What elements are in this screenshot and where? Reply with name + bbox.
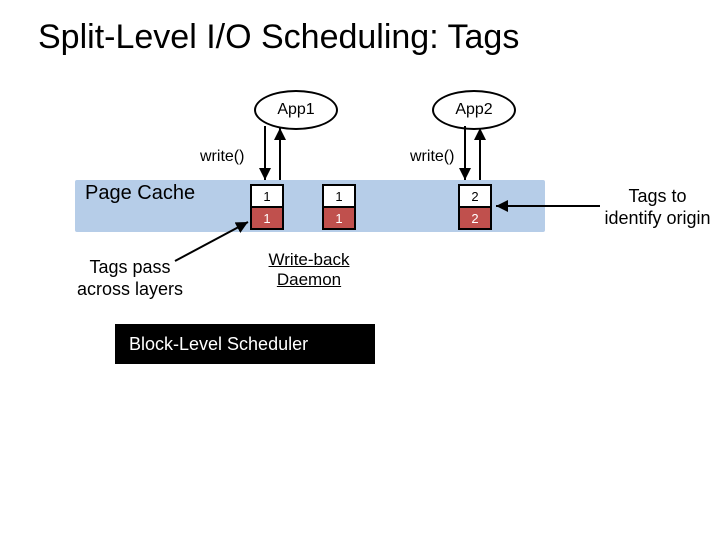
- tag-1-top: 1: [250, 184, 284, 208]
- note-tags-identify: Tags to identify origin: [600, 185, 715, 229]
- tag-2-bot: 1: [322, 206, 356, 230]
- app1-oval: App1: [254, 90, 338, 130]
- note-right-l1: Tags to: [628, 186, 686, 206]
- tag-3-bot: 2: [458, 206, 492, 230]
- write2-label: write(): [410, 148, 454, 166]
- wbd-line1: Write-back: [269, 250, 350, 269]
- wbd-line2: Daemon: [277, 270, 341, 289]
- page-cache-label: Page Cache: [85, 182, 195, 205]
- tag-3-top: 2: [458, 184, 492, 208]
- slide-title: Split-Level I/O Scheduling: Tags: [38, 18, 519, 57]
- tag-2-top: 1: [322, 184, 356, 208]
- writeback-daemon-label: Write-back Daemon: [254, 250, 364, 290]
- note-right-l2: identify origin: [604, 208, 710, 228]
- note-tags-pass: Tags pass across layers: [70, 256, 190, 300]
- note-left-l1: Tags pass: [89, 257, 170, 277]
- note-left-l2: across layers: [77, 279, 183, 299]
- diagram-root: Split-Level I/O Scheduling: Tags App1 Ap…: [0, 0, 720, 540]
- app2-oval: App2: [432, 90, 516, 130]
- tag-1-bot: 1: [250, 206, 284, 230]
- block-level-scheduler: Block-Level Scheduler: [115, 324, 375, 364]
- write1-label: write(): [200, 148, 244, 166]
